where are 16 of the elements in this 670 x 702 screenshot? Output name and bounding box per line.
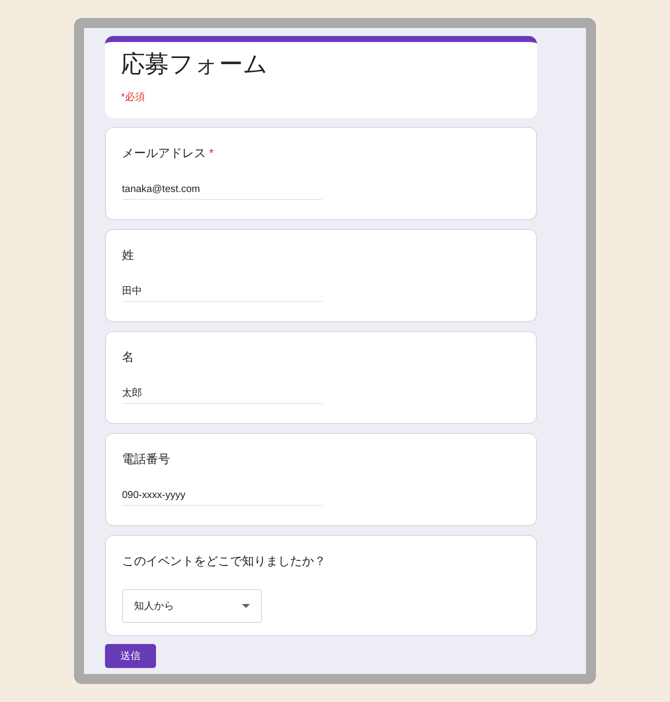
answer-field[interactable]: 田中 bbox=[122, 284, 322, 302]
dropdown-field[interactable]: 知人から bbox=[122, 589, 262, 623]
question-label: このイベントをどこで知りましたか？ bbox=[122, 553, 326, 570]
submit-button[interactable]: 送信 bbox=[105, 644, 156, 668]
answer-field[interactable]: 太郎 bbox=[122, 386, 322, 404]
answer-field[interactable]: tanaka@test.com bbox=[122, 182, 322, 200]
dropdown-value: 知人から bbox=[134, 600, 174, 614]
required-asterisk: * bbox=[209, 145, 214, 162]
answer-field[interactable]: 090-xxxx-yyyy bbox=[122, 488, 322, 506]
question-label: メールアドレス bbox=[122, 145, 206, 162]
caret-icon bbox=[242, 604, 250, 608]
question-label: 名 bbox=[122, 349, 134, 366]
form-title: 応募フォーム bbox=[121, 50, 269, 80]
required-note: *必須 bbox=[121, 90, 146, 105]
question-label: 姓 bbox=[122, 247, 134, 264]
question-label: 電話番号 bbox=[122, 451, 170, 468]
